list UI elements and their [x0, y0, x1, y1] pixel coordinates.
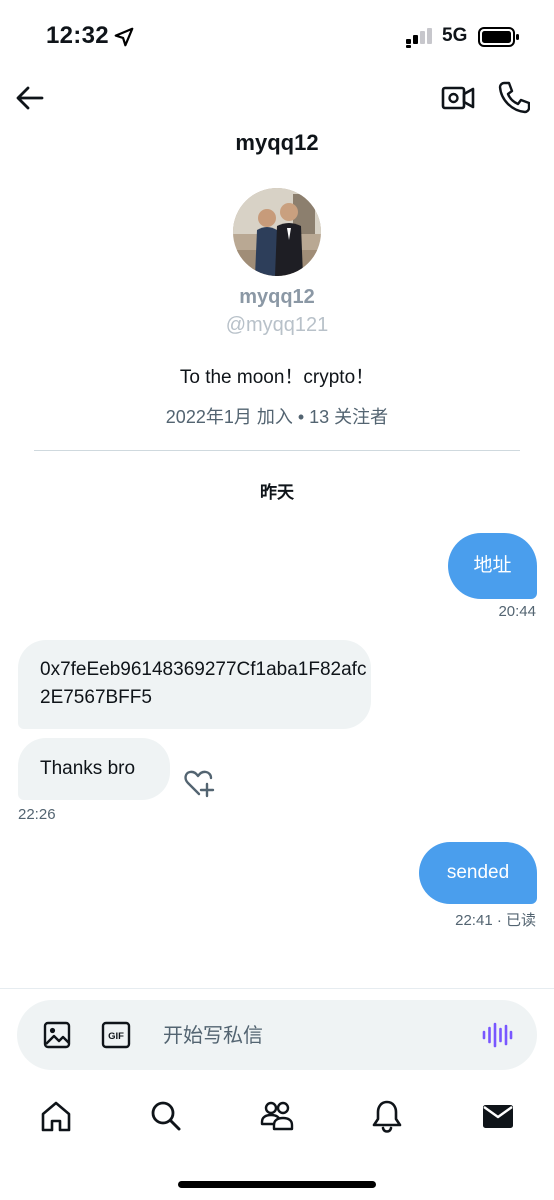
home-icon[interactable]: [38, 1098, 74, 1134]
status-time: 12:32: [46, 22, 109, 49]
gif-icon[interactable]: GIF: [101, 1020, 131, 1050]
message-timestamp: 20:44: [498, 603, 536, 620]
message-bubble-incoming[interactable]: 0x7feEeb96148369277Cf1aba1F82afc2E7567BF…: [18, 640, 371, 729]
home-indicator: [178, 1181, 376, 1188]
message-bubble-incoming[interactable]: Thanks bro: [18, 738, 170, 800]
message-bubble-outgoing[interactable]: sended: [419, 842, 537, 904]
image-icon[interactable]: [42, 1020, 72, 1050]
profile-meta: 2022年1月 加入 • 13 关注者: [165, 407, 389, 427]
messages-icon[interactable]: [480, 1098, 516, 1134]
network-label: 5G: [442, 25, 468, 46]
search-icon[interactable]: [148, 1098, 184, 1134]
message-timestamp: 22:26: [18, 806, 56, 823]
voice-message-icon[interactable]: [481, 1020, 513, 1050]
day-separator: 昨天: [260, 483, 294, 502]
signal-icon: [406, 28, 432, 48]
profile-divider: [34, 450, 520, 451]
composer-divider: [0, 988, 554, 989]
location-arrow-icon: [114, 27, 134, 47]
notifications-icon[interactable]: [369, 1098, 405, 1134]
message-input[interactable]: [163, 1021, 443, 1051]
battery-icon: [478, 27, 519, 47]
message-read-receipt: 22:41 · 已读: [455, 912, 536, 929]
video-call-icon[interactable]: [441, 82, 475, 114]
status-bar: 12:32 5G: [0, 0, 554, 74]
phone-call-icon[interactable]: [498, 80, 530, 114]
profile-bio: To the moon！crypto！: [179, 367, 375, 388]
profile-handle: @myqq121: [225, 314, 329, 336]
header-title: myqq12: [235, 130, 319, 155]
back-arrow-icon[interactable]: [14, 82, 46, 114]
communities-icon[interactable]: [259, 1098, 295, 1134]
message-bubble-outgoing[interactable]: 地址: [448, 533, 537, 599]
profile-name[interactable]: myqq12: [0, 286, 554, 309]
add-reaction-icon[interactable]: [183, 768, 215, 798]
avatar[interactable]: [233, 188, 321, 276]
svg-text:GIF: GIF: [108, 1031, 124, 1042]
